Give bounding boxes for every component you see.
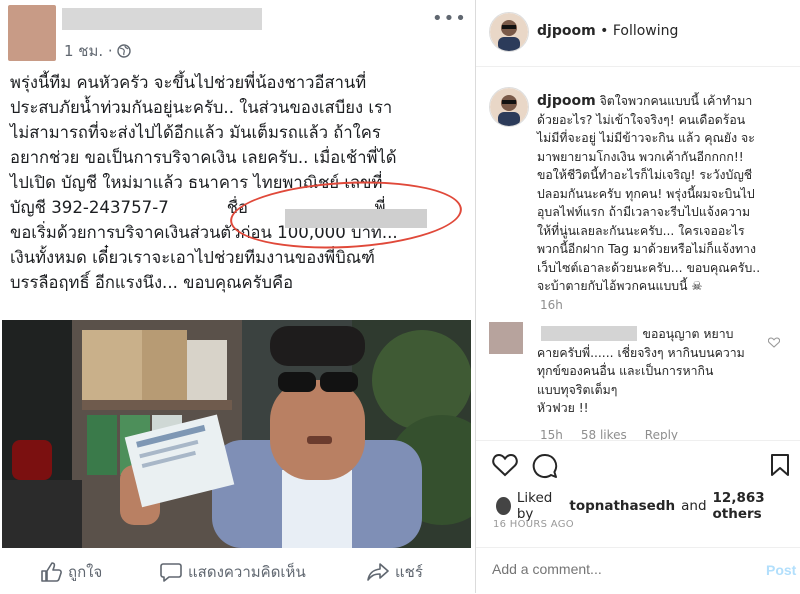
ig-caption-time: 16h: [540, 298, 563, 312]
post-button[interactable]: Post: [766, 562, 796, 578]
like-icon: [40, 562, 62, 582]
heart-icon[interactable]: [767, 333, 781, 352]
avatar[interactable]: [489, 12, 529, 52]
ig-caption: djpoom จิตใจพวกคนแบบนี้ เค้าทำมา ด้วยอะไ…: [537, 92, 792, 296]
facebook-post: 1 ชม. · ••• พรุ่งนี้ทีม คนหัวครัว จะขึ้น…: [0, 0, 476, 593]
comment-icon[interactable]: [532, 453, 558, 483]
fb-author-avatar[interactable]: [8, 5, 56, 61]
comment-icon: [160, 562, 182, 582]
ig-caption-username[interactable]: djpoom: [537, 93, 596, 109]
fb-share-label: แชร์: [395, 563, 423, 581]
commenter-name-blurred[interactable]: [541, 326, 637, 341]
ig-username[interactable]: djpoom: [537, 23, 596, 39]
fb-share-button[interactable]: แชร์: [367, 560, 423, 584]
fb-action-bar: ถูกใจ แสดงความคิดเห็น แชร์: [0, 548, 475, 593]
ig-post-timestamp[interactable]: 16 HOURS AGO: [493, 519, 574, 530]
video-frame-illustration: [2, 320, 471, 548]
ig-header: djpoom • Following: [476, 0, 800, 67]
ig-liked-and: and: [681, 498, 707, 514]
fb-author-name-blurred[interactable]: [62, 8, 262, 30]
ig-liked-prefix: Liked by: [516, 490, 553, 522]
fb-comment-button[interactable]: แสดงความคิดเห็น: [160, 560, 306, 584]
fb-post-meta: 1 ชม. ·: [64, 39, 131, 63]
ig-liked-user[interactable]: topnathasedh: [569, 498, 675, 514]
fb-comment-label: แสดงความคิดเห็น: [188, 563, 306, 581]
fb-post-time[interactable]: 1 ชม. ·: [64, 39, 113, 63]
heart-icon[interactable]: [492, 453, 518, 481]
globe-icon: [116, 44, 131, 58]
bookmark-icon[interactable]: [770, 453, 790, 481]
instagram-post-panel: djpoom • Following djpoom จิตใจพวกคนแบบน…: [476, 0, 800, 593]
ig-add-comment-bar: Post: [476, 547, 800, 594]
ig-caption-text: จิตใจพวกคนแบบนี้ เค้าทำมา ด้วยอะไร? ไม่เ…: [537, 94, 761, 293]
ig-action-bar: Liked by topnathasedh and 12,863 others …: [476, 440, 800, 551]
avatar[interactable]: [489, 87, 529, 127]
add-comment-input[interactable]: [490, 560, 744, 578]
avatar[interactable]: [496, 497, 511, 515]
fb-like-button[interactable]: ถูกใจ: [40, 560, 102, 584]
more-icon[interactable]: •••: [432, 8, 467, 29]
fb-like-label: ถูกใจ: [68, 563, 103, 581]
ig-liked-by: Liked by topnathasedh and 12,863 others: [496, 490, 800, 522]
ig-liked-count[interactable]: 12,863 others: [713, 490, 800, 522]
ig-following-status[interactable]: • Following: [600, 23, 678, 39]
share-icon: [367, 562, 389, 582]
commenter-avatar-blurred[interactable]: [489, 322, 523, 354]
fb-post-video[interactable]: [2, 320, 471, 548]
